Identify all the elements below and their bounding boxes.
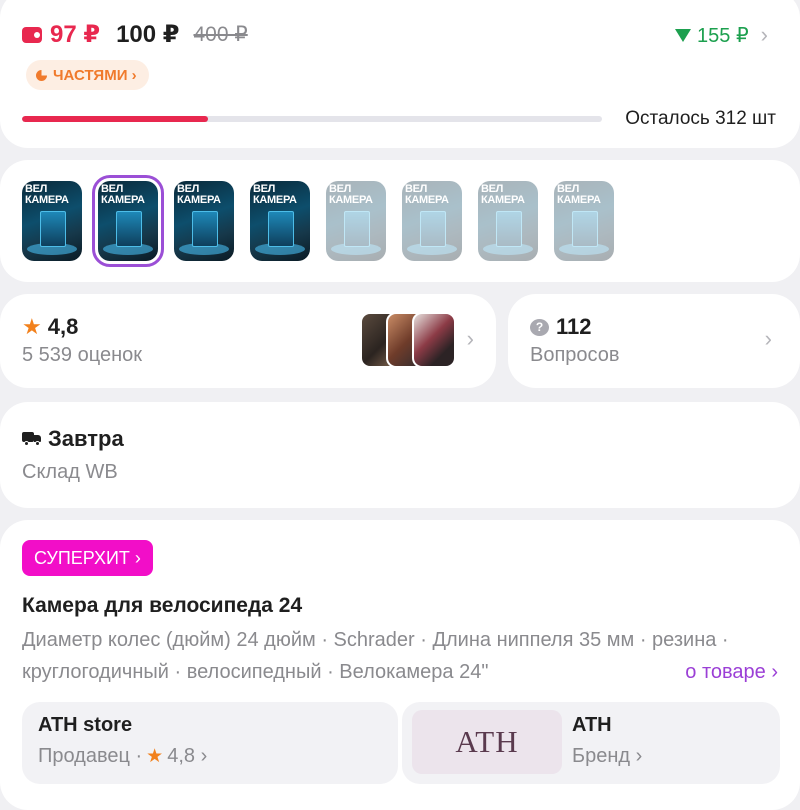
price-card: 97 ₽ 100 ₽ 400 ₽ 155 ₽ › ЧАСТЯМИ › Остал… [0, 0, 800, 148]
chevron-right-icon: › [466, 326, 474, 351]
gallery-card: ВЕЛ КАМЕРА ВЕЛ КАМЕРА ВЕЛ КАМЕРА ВЕЛ КАМЕРА… [0, 160, 800, 282]
thumbnail-caption: ВЕЛ КАМЕРА [557, 183, 601, 206]
questions-label: Вопросов [530, 344, 620, 366]
product-thumbnail[interactable]: ВЕЛ КАМЕРА [478, 181, 538, 261]
installments-label: ЧАСТЯМИ › [53, 66, 137, 84]
thumbnail-strip: ВЕЛ КАМЕРА ВЕЛ КАМЕРА ВЕЛ КАМЕРА ВЕЛ КАМЕРА… [22, 175, 614, 267]
wallet-price: 97 ₽ [50, 21, 101, 48]
about-product-link[interactable]: о товаре › [645, 656, 778, 688]
pie-chart-icon [36, 69, 47, 81]
thumbnail-caption: ВЕЛ КАМЕРА [405, 183, 449, 206]
rating-card[interactable]: ★ 4,8 5 539 оценок › [0, 294, 496, 388]
thumbnail-caption: ВЕЛ КАМЕРА [253, 183, 297, 206]
delivery-warehouse: Склад WB [22, 461, 118, 483]
review-photo[interactable] [412, 312, 456, 368]
superhit-badge[interactable]: СУПЕРХИТ › [22, 540, 153, 576]
questions-card[interactable]: ? 112 Вопросов › [508, 294, 800, 388]
thumbnail-caption: ВЕЛ КАМЕРА [25, 183, 69, 206]
star-icon: ★ [22, 314, 42, 339]
star-icon: ★ [146, 746, 164, 767]
seller-rating: 4,8 › [167, 745, 208, 767]
stock-progress-bar [22, 116, 602, 122]
brand-role: Бренд › [572, 745, 643, 767]
truck-icon [22, 432, 42, 446]
product-thumbnail[interactable]: ВЕЛ КАМЕРА [174, 181, 234, 261]
product-thumbnail[interactable]: ВЕЛ КАМЕРА [22, 181, 82, 261]
installments-button[interactable]: ЧАСТЯМИ › [26, 60, 149, 90]
price-row: 97 ₽ 100 ₽ 400 ₽ [22, 20, 248, 49]
product-thumbnail[interactable]: ВЕЛ КАМЕРА [92, 175, 164, 267]
rating-value: 4,8 [47, 314, 79, 339]
stock-progress-fill [22, 116, 208, 122]
seller-subtitle: Продавец · ★ 4,8 › [38, 745, 207, 768]
brand-logo: ATH [412, 710, 562, 774]
thumbnail-caption: ВЕЛ КАМЕРА [177, 183, 221, 206]
delivery-date: Завтра [48, 426, 124, 451]
seller-button[interactable]: ATH store Продавец · ★ 4,8 › [22, 702, 398, 784]
chevron-right-icon: › [760, 22, 768, 47]
main-price: 100 ₽ [116, 21, 180, 48]
seller-role: Продавец · [38, 745, 143, 767]
brand-name: ATH [572, 714, 612, 736]
product-thumbnail[interactable]: ВЕЛ КАМЕРА [402, 181, 462, 261]
delivery-card[interactable]: Завтра Склад WB [0, 402, 800, 508]
seller-name: ATH store [38, 714, 133, 736]
product-thumbnail[interactable]: ВЕЛ КАМЕРА [250, 181, 310, 261]
questions-count: 112 [556, 314, 592, 339]
thumbnail-caption: ВЕЛ КАМЕРА [329, 183, 373, 206]
product-title: Камера для велосипеда 24 [22, 594, 303, 617]
brand-button[interactable]: ATH ATH Бренд › [402, 702, 780, 784]
product-thumbnail[interactable]: ВЕЛ КАМЕРА [326, 181, 386, 261]
chevron-right-icon: › [764, 326, 772, 351]
question-bubble-icon: ? [530, 318, 549, 336]
price-drop-button[interactable]: 155 ₽ › [675, 22, 768, 48]
price-drop-value: 155 ₽ [697, 24, 749, 47]
product-thumbnail[interactable]: ВЕЛ КАМЕРА [554, 181, 614, 261]
wallet-icon [22, 26, 42, 43]
review-photos[interactable] [360, 312, 456, 368]
arrow-down-icon [675, 28, 692, 42]
stock-remaining: Осталось 312 шт [625, 108, 776, 129]
product-card: СУПЕРХИТ › Камера для велосипеда 24 Диам… [0, 520, 800, 810]
delivery-summary: Завтра [22, 426, 124, 452]
old-price: 400 ₽ [193, 23, 248, 46]
thumbnail-caption: ВЕЛ КАМЕРА [101, 183, 145, 206]
questions-summary: ? 112 [530, 314, 592, 340]
rating-summary: ★ 4,8 [22, 314, 78, 340]
thumbnail-caption: ВЕЛ КАМЕРА [481, 183, 525, 206]
rating-count: 5 539 оценок [22, 344, 142, 366]
